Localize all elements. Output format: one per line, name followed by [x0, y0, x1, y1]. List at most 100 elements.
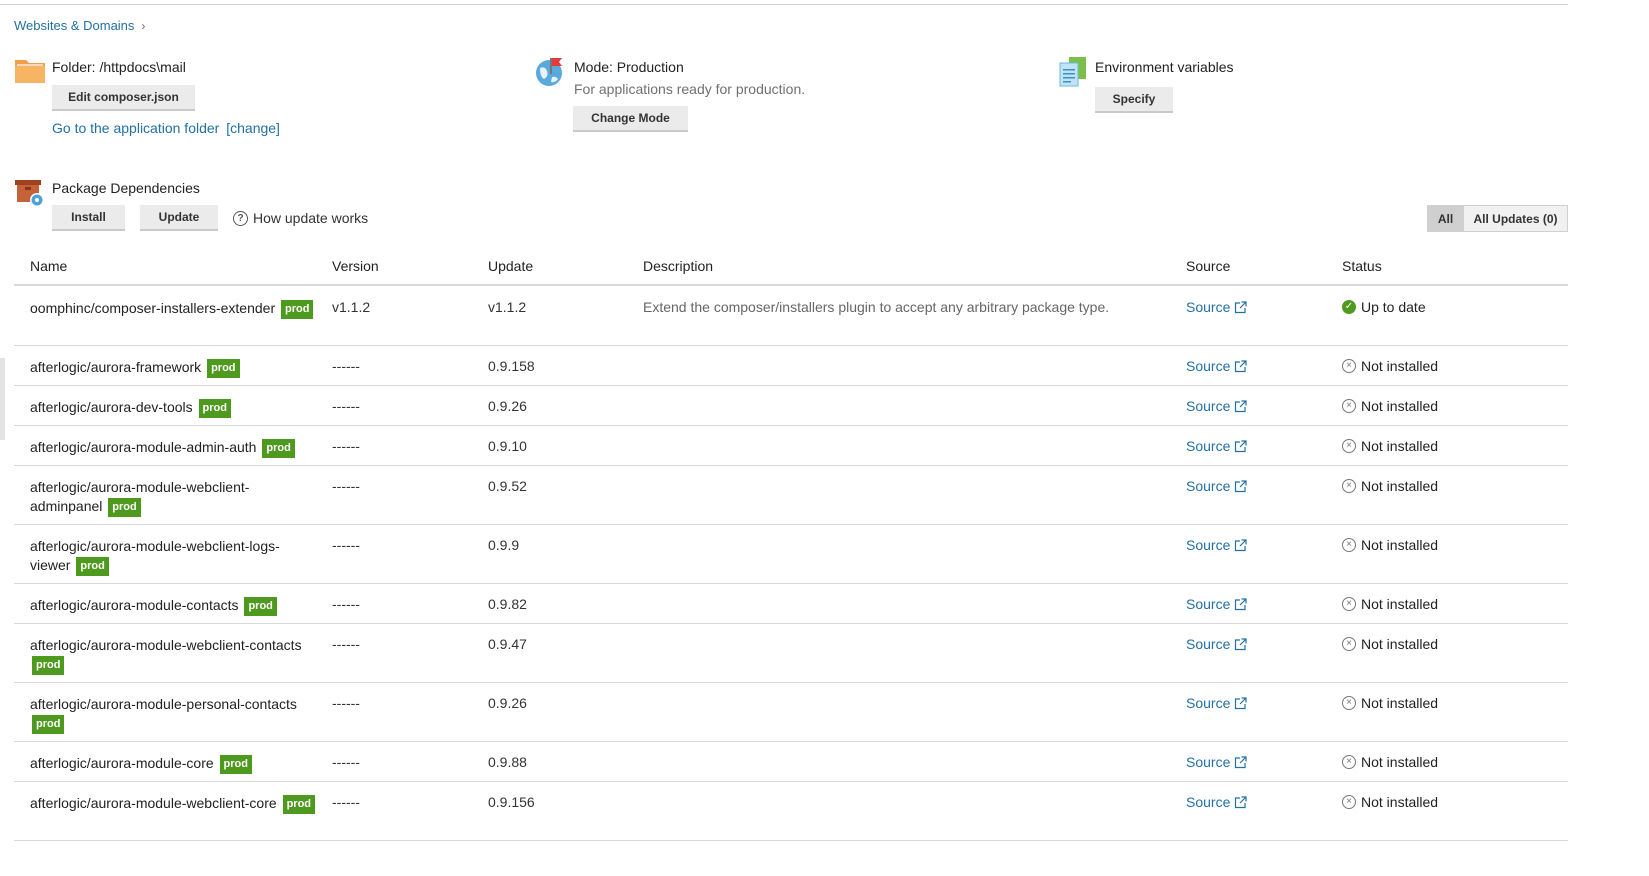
- package-name-cell: afterlogic/aurora-module-admin-auth prod: [30, 438, 320, 458]
- package-name-cell: afterlogic/aurora-module-webclient-core …: [30, 794, 320, 814]
- update-cell: 0.9.47: [488, 636, 527, 652]
- source-link-label[interactable]: Source: [1186, 358, 1230, 374]
- update-cell: 0.9.156: [488, 794, 535, 810]
- version-cell: ------: [332, 358, 360, 374]
- source-link[interactable]: Source: [1186, 478, 1247, 494]
- description-cell: Extend the composer/installers plugin to…: [643, 299, 1110, 315]
- column-header-update[interactable]: Update: [488, 258, 533, 274]
- external-link-icon: [1235, 479, 1247, 492]
- external-link-icon: [1235, 300, 1247, 313]
- package-name: afterlogic/aurora-module-webclient-conta…: [30, 637, 302, 653]
- update-cell: 0.9.88: [488, 754, 527, 770]
- version-cell: ------: [332, 438, 360, 454]
- package-name-cell: afterlogic/aurora-module-webclient-conta…: [30, 636, 320, 675]
- status-cell: × Not installed: [1342, 358, 1438, 374]
- source-link[interactable]: Source: [1186, 299, 1247, 315]
- status-cell: × Not installed: [1342, 438, 1438, 454]
- source-link[interactable]: Source: [1186, 537, 1247, 553]
- breadcrumb-websites-domains[interactable]: Websites & Domains: [14, 18, 134, 33]
- package-name-cell: afterlogic/aurora-module-webclient-logs-…: [30, 537, 320, 576]
- version-cell: ------: [332, 398, 360, 414]
- status-label: Not installed: [1361, 478, 1439, 494]
- how-update-works-label[interactable]: How update works: [253, 210, 368, 226]
- status-label: Not installed: [1361, 537, 1439, 553]
- status-cell: × Not installed: [1342, 478, 1438, 494]
- source-link-label[interactable]: Source: [1186, 596, 1230, 612]
- external-link-icon: [1235, 439, 1247, 452]
- x-circle-icon: ×: [1342, 479, 1356, 493]
- column-header-status[interactable]: Status: [1342, 258, 1382, 274]
- column-header-name[interactable]: Name: [30, 258, 67, 274]
- status-cell: × Not installed: [1342, 596, 1438, 612]
- goto-folder-link[interactable]: Go to the application folder [change]: [52, 120, 280, 136]
- source-link-label[interactable]: Source: [1186, 794, 1230, 810]
- x-circle-icon: ×: [1342, 359, 1356, 373]
- goto-folder-link-text[interactable]: Go to the application folder: [52, 120, 219, 136]
- package-name: afterlogic/aurora-module-core: [30, 755, 214, 771]
- column-header-version[interactable]: Version: [332, 258, 379, 274]
- source-link-label[interactable]: Source: [1186, 695, 1230, 711]
- column-header-source[interactable]: Source: [1186, 258, 1230, 274]
- table-row: afterlogic/aurora-module-core prod ------…: [14, 742, 1568, 782]
- status-label: Not installed: [1361, 754, 1439, 770]
- install-button[interactable]: Install: [52, 205, 125, 231]
- source-link-label[interactable]: Source: [1186, 299, 1230, 315]
- source-link-label[interactable]: Source: [1186, 636, 1230, 652]
- filter-segmented-control: All All Updates (0): [1427, 205, 1568, 232]
- source-link-label[interactable]: Source: [1186, 537, 1230, 553]
- version-cell: ------: [332, 794, 360, 810]
- package-name: oomphinc/composer-installers-extender: [30, 300, 276, 316]
- source-link[interactable]: Source: [1186, 398, 1247, 414]
- prod-badge: prod: [282, 794, 316, 814]
- package-title: Package Dependencies: [52, 180, 200, 196]
- x-circle-icon: ×: [1342, 637, 1356, 651]
- change-folder-link[interactable]: [change]: [226, 120, 280, 136]
- edit-composer-button[interactable]: Edit composer.json: [52, 85, 195, 111]
- source-link[interactable]: Source: [1186, 438, 1247, 454]
- update-button[interactable]: Update: [140, 205, 218, 231]
- source-link[interactable]: Source: [1186, 794, 1247, 810]
- prod-badge: prod: [198, 398, 231, 418]
- update-cell: v1.1.2: [488, 299, 527, 315]
- status-cell: × Not installed: [1342, 537, 1438, 553]
- source-link-label[interactable]: Source: [1186, 754, 1230, 770]
- prod-badge: prod: [76, 556, 109, 576]
- package-name-cell: afterlogic/aurora-dev-tools prod: [30, 398, 320, 418]
- table-row: oomphinc/composer-installers-extender pr…: [14, 287, 1568, 346]
- source-link[interactable]: Source: [1186, 636, 1247, 652]
- column-header-description[interactable]: Description: [643, 258, 713, 274]
- source-link-label[interactable]: Source: [1186, 398, 1230, 414]
- x-circle-icon: ×: [1342, 538, 1356, 552]
- prod-badge: prod: [32, 655, 65, 675]
- version-cell: v1.1.2: [332, 299, 371, 315]
- source-link-label[interactable]: Source: [1186, 478, 1230, 494]
- side-collapse-handle[interactable]: [0, 358, 5, 440]
- package-name-cell: afterlogic/aurora-framework prod: [30, 358, 320, 378]
- source-link[interactable]: Source: [1186, 596, 1247, 612]
- prod-badge: prod: [281, 299, 314, 319]
- version-cell: ------: [332, 754, 360, 770]
- external-link-icon: [1235, 637, 1247, 650]
- update-cell: 0.9.26: [488, 398, 527, 414]
- external-link-icon: [1235, 696, 1247, 709]
- table-row: afterlogic/aurora-dev-tools prod ------ 0.…: [14, 386, 1568, 426]
- change-mode-button[interactable]: Change Mode: [573, 106, 688, 132]
- prod-badge: prod: [262, 438, 295, 458]
- filter-updates-button[interactable]: All Updates (0): [1464, 205, 1568, 232]
- source-link[interactable]: Source: [1186, 754, 1247, 770]
- source-link[interactable]: Source: [1186, 358, 1247, 374]
- specify-env-button[interactable]: Specify: [1095, 87, 1173, 113]
- update-cell: 0.9.26: [488, 695, 527, 711]
- source-link[interactable]: Source: [1186, 695, 1247, 711]
- folder-title: Folder: /httpdocs\mail: [52, 59, 186, 75]
- chevron-right-icon: ›: [141, 18, 146, 33]
- status-label: Not installed: [1361, 358, 1439, 374]
- source-link-label[interactable]: Source: [1186, 438, 1230, 454]
- how-update-works-link[interactable]: ? How update works: [233, 210, 368, 226]
- table-row: afterlogic/aurora-module-webclient-conta…: [14, 624, 1568, 683]
- filter-all-button[interactable]: All: [1427, 205, 1464, 232]
- prod-badge: prod: [207, 358, 240, 378]
- top-divider: [0, 4, 1568, 5]
- package-name: afterlogic/aurora-framework: [30, 359, 202, 375]
- external-link-icon: [1235, 359, 1247, 372]
